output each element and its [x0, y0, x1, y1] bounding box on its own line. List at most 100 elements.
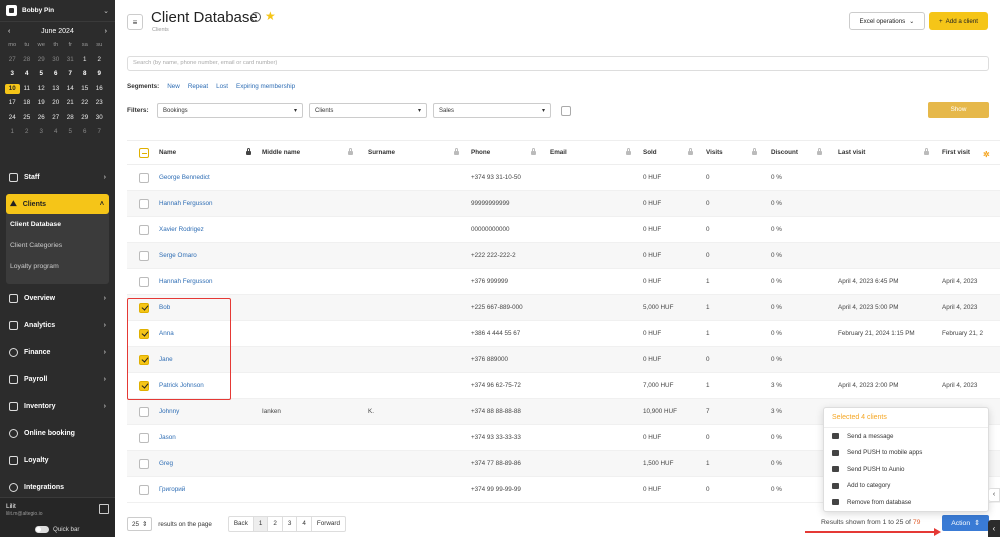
- calendar-day[interactable]: 29: [34, 55, 49, 66]
- col-email[interactable]: Email: [550, 141, 567, 164]
- nav-analytics[interactable]: Analytics ›: [6, 316, 109, 334]
- cell-name[interactable]: Serge Omaro: [159, 243, 197, 268]
- nav-client-database[interactable]: Client Database: [6, 214, 109, 235]
- row-select-cell[interactable]: [139, 243, 149, 268]
- nav-staff[interactable]: Staff ›: [6, 168, 109, 186]
- row-checkbox[interactable]: [139, 276, 149, 287]
- cell-name[interactable]: George Bennedict: [159, 165, 210, 190]
- row-select-cell[interactable]: [139, 217, 149, 242]
- add-to-category-item[interactable]: Add to category: [824, 478, 988, 495]
- row-checkbox[interactable]: [139, 458, 149, 469]
- page-1[interactable]: 1: [253, 517, 269, 531]
- calendar-day[interactable]: 27: [5, 55, 20, 66]
- prev-month-icon[interactable]: ‹: [8, 28, 10, 35]
- row-checkbox[interactable]: [139, 198, 149, 209]
- row-select-cell[interactable]: [139, 191, 149, 216]
- back-button[interactable]: Back: [229, 517, 254, 531]
- calendar-day-today[interactable]: 10: [5, 83, 20, 94]
- nav-loyalty[interactable]: Loyalty: [6, 451, 109, 469]
- calendar-day[interactable]: 28: [20, 55, 35, 66]
- calendar-day[interactable]: 30: [92, 113, 107, 124]
- calendar-day[interactable]: 2: [20, 127, 35, 138]
- col-middle-name[interactable]: Middle name: [262, 141, 300, 164]
- nav-integrations[interactable]: Integrations: [6, 478, 109, 496]
- table-row[interactable]: Patrick Johnson +374 96 62-75-72 7,000 HUF…: [127, 373, 1000, 399]
- calendar-day[interactable]: 24: [5, 113, 20, 124]
- page-3[interactable]: 3: [283, 517, 298, 531]
- segment-new[interactable]: New: [167, 83, 180, 90]
- gear-icon[interactable]: ✲: [983, 150, 990, 159]
- info-icon[interactable]: i: [251, 12, 261, 22]
- calendar-day[interactable]: 16: [92, 84, 107, 95]
- col-name[interactable]: Name: [159, 141, 176, 164]
- calendar-day[interactable]: 13: [49, 84, 64, 95]
- show-button[interactable]: Show: [928, 102, 989, 118]
- sales-filter-select[interactable]: Sales ▾: [433, 103, 551, 118]
- calendar-day[interactable]: 5: [63, 127, 78, 138]
- calendar-day[interactable]: 21: [63, 98, 78, 109]
- row-checkbox[interactable]: [139, 406, 149, 417]
- favorite-star-icon[interactable]: ★: [265, 9, 276, 23]
- select-all-cell[interactable]: [139, 141, 149, 164]
- table-row[interactable]: Serge Omaro +222 222-222-2 0 HUF 0 0 %: [127, 243, 1000, 269]
- nav-finance[interactable]: Finance ›: [6, 343, 109, 361]
- forward-button[interactable]: Forward: [312, 517, 345, 531]
- row-checkbox[interactable]: [139, 484, 149, 495]
- calendar-day[interactable]: 17: [5, 98, 20, 109]
- bookings-filter-select[interactable]: Bookings ▾: [157, 103, 303, 118]
- calendar-day[interactable]: 12: [34, 84, 49, 95]
- calendar-day[interactable]: 20: [49, 98, 64, 109]
- nav-client-categories[interactable]: Client Categories: [6, 235, 109, 256]
- row-select-cell[interactable]: [139, 451, 149, 476]
- row-select-cell[interactable]: [139, 165, 149, 190]
- table-row[interactable]: Hannah Fergusson +376 999999 0 HUF 1 0 % Apri…: [127, 269, 1000, 295]
- calendar-day[interactable]: 6: [78, 127, 93, 138]
- col-last-visit[interactable]: Last visit: [838, 141, 865, 164]
- calendar-day[interactable]: 8: [78, 69, 93, 80]
- next-month-icon[interactable]: ›: [105, 28, 107, 35]
- col-first-visit[interactable]: First visit: [942, 141, 970, 164]
- toggle-switch[interactable]: [35, 526, 49, 533]
- expand-panel-tab[interactable]: ‹: [988, 520, 1000, 537]
- nav-online-booking[interactable]: Online booking: [6, 424, 109, 442]
- calendar-day[interactable]: 30: [49, 55, 64, 66]
- page-2[interactable]: 2: [268, 517, 283, 531]
- table-row[interactable]: Bob +225 667-889-000 5,000 HUF 1 0 % April 4,…: [127, 295, 1000, 321]
- logout-icon[interactable]: [99, 504, 109, 514]
- calendar-day[interactable]: 15: [78, 84, 93, 95]
- calendar-day[interactable]: 31: [63, 55, 78, 66]
- row-select-cell[interactable]: [139, 477, 149, 502]
- cell-name[interactable]: Hannah Fergusson: [159, 191, 213, 216]
- trash-icon[interactable]: [561, 105, 571, 116]
- nav-payroll[interactable]: Payroll ›: [6, 370, 109, 388]
- quick-bar-toggle[interactable]: Quick bar: [35, 526, 79, 533]
- calendar-day[interactable]: 5: [34, 69, 49, 80]
- clients-filter-select[interactable]: Clients ▾: [309, 103, 427, 118]
- col-discount[interactable]: Discount: [771, 141, 798, 164]
- calendar-day[interactable]: 1: [5, 127, 20, 138]
- breadcrumb[interactable]: Clients: [152, 27, 169, 33]
- remove-from-database-item[interactable]: Remove from database: [824, 494, 988, 511]
- select-all-checkbox[interactable]: [139, 147, 149, 158]
- calendar-day[interactable]: 1: [78, 55, 93, 66]
- nav-clients[interactable]: ⛰ Clients ˄: [6, 194, 109, 214]
- calendar-day[interactable]: 28: [63, 113, 78, 124]
- col-surname[interactable]: Surname: [368, 141, 395, 164]
- send-push-mobile-item[interactable]: Send PUSH to mobile apps: [824, 445, 988, 462]
- segment-repeat[interactable]: Repeat: [188, 83, 208, 90]
- calendar-day[interactable]: 22: [78, 98, 93, 109]
- add-client-button[interactable]: + Add a client: [929, 12, 988, 30]
- col-sold[interactable]: Sold: [643, 141, 657, 164]
- table-row[interactable]: Jane +376 889000 0 HUF 0 0 %: [127, 347, 1000, 373]
- calendar-day[interactable]: 25: [20, 113, 35, 124]
- col-phone[interactable]: Phone: [471, 141, 490, 164]
- send-message-item[interactable]: Send a message: [824, 428, 988, 445]
- sidebar-header[interactable]: Bobby Pin ⌄: [0, 0, 115, 22]
- calendar-day[interactable]: 26: [34, 113, 49, 124]
- calendar-day[interactable]: 4: [20, 69, 35, 80]
- calendar-day[interactable]: 4: [49, 127, 64, 138]
- chevron-down-icon[interactable]: ⌄: [103, 7, 109, 15]
- segment-expiring-membership[interactable]: Expiring membership: [236, 83, 295, 90]
- cell-name[interactable]: Hannah Fergusson: [159, 269, 213, 294]
- calendar-day[interactable]: 3: [34, 127, 49, 138]
